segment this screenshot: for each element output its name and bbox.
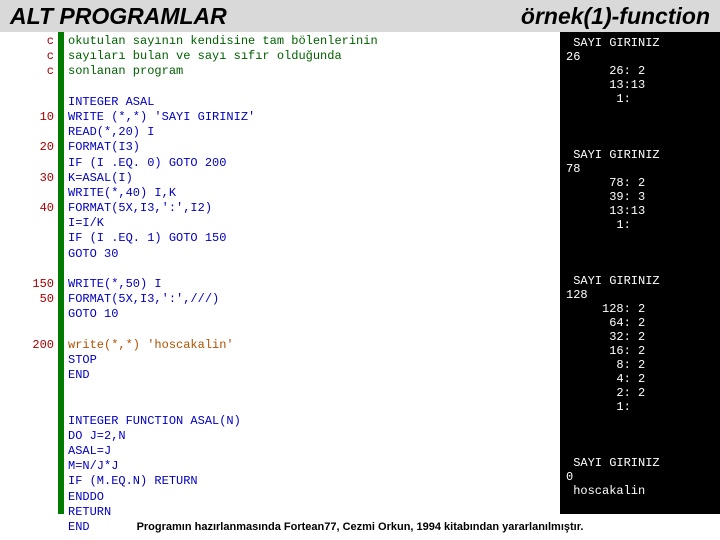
code-line: IF (M.EQ.N) RETURN: [68, 474, 560, 489]
line-number: [0, 216, 54, 231]
line-number: 200: [0, 338, 54, 353]
line-number: [0, 474, 54, 489]
code-line: IF (I .EQ. 1) GOTO 150: [68, 231, 560, 246]
line-number: [0, 444, 54, 459]
title-right: örnek(1)-function: [521, 3, 710, 30]
line-number: [0, 414, 54, 429]
line-number: [0, 307, 54, 322]
code-line: WRITE(*,40) I,K: [68, 186, 560, 201]
line-number: 150: [0, 277, 54, 292]
line-number: [0, 262, 54, 277]
code-line: write(*,*) 'hoscakalin': [68, 338, 560, 353]
line-number: 20: [0, 140, 54, 155]
code-line: IF (I .EQ. 0) GOTO 200: [68, 156, 560, 171]
line-number: c: [0, 34, 54, 49]
line-number: [0, 353, 54, 368]
code-line: K=ASAL(I): [68, 171, 560, 186]
code-line: M=N/J*J: [68, 459, 560, 474]
code-line: STOP: [68, 353, 560, 368]
code-line: [68, 383, 560, 398]
code-line: sayıları bulan ve sayı sıfır olduğunda: [68, 49, 560, 64]
line-number: 50: [0, 292, 54, 307]
code-line: okutulan sayının kendisine tam bölenleri…: [68, 34, 560, 49]
line-number: [0, 323, 54, 338]
code-line: ENDDO: [68, 490, 560, 505]
line-number: c: [0, 64, 54, 79]
line-number: [0, 95, 54, 110]
line-number: [0, 399, 54, 414]
code-line: END: [68, 520, 560, 535]
source-code: okutulan sayının kendisine tam bölenleri…: [64, 32, 560, 514]
title-bar: ALT PROGRAMLAR örnek(1)-function: [0, 0, 720, 32]
code-line: FORMAT(5X,I3,':',I2): [68, 201, 560, 216]
line-number: [0, 231, 54, 246]
content-row: ccc 10 20 30 40 15050 200 okutulan sayının ken…: [0, 32, 720, 514]
code-line: FORMAT(I3): [68, 140, 560, 155]
code-line: WRITE(*,50) I: [68, 277, 560, 292]
code-line: DO J=2,N: [68, 429, 560, 444]
code-line: INTEGER FUNCTION ASAL(N): [68, 414, 560, 429]
line-number: [0, 186, 54, 201]
line-number-gutter: ccc 10 20 30 40 15050 200: [0, 32, 58, 514]
program-output: SAYI GIRINIZ 26 26: 2 13:13 1: SAYI GIRI…: [560, 32, 720, 514]
code-line: [68, 323, 560, 338]
code-line: [68, 262, 560, 277]
code-line: sonlanan program: [68, 64, 560, 79]
code-line: GOTO 30: [68, 247, 560, 262]
line-number: [0, 490, 54, 505]
line-number: [0, 459, 54, 474]
line-number: 40: [0, 201, 54, 216]
line-number: [0, 156, 54, 171]
code-line: [68, 399, 560, 414]
code-line: END: [68, 368, 560, 383]
title-left: ALT PROGRAMLAR: [10, 3, 521, 30]
code-line: READ(*,20) I: [68, 125, 560, 140]
code-line: RETURN: [68, 505, 560, 520]
code-line: FORMAT(5X,I3,':',///): [68, 292, 560, 307]
code-line: GOTO 10: [68, 307, 560, 322]
line-number: [0, 80, 54, 95]
line-number: [0, 383, 54, 398]
line-number: [0, 429, 54, 444]
code-line: [68, 80, 560, 95]
line-number: 10: [0, 110, 54, 125]
line-number: [0, 368, 54, 383]
line-number: 30: [0, 171, 54, 186]
line-number: c: [0, 49, 54, 64]
line-number: [0, 247, 54, 262]
line-number: [0, 125, 54, 140]
code-line: INTEGER ASAL: [68, 95, 560, 110]
code-area: ccc 10 20 30 40 15050 200 okutulan sayının ken…: [0, 32, 560, 514]
code-line: ASAL=J: [68, 444, 560, 459]
code-line: WRITE (*,*) 'SAYI GIRINIZ': [68, 110, 560, 125]
code-line: I=I/K: [68, 216, 560, 231]
